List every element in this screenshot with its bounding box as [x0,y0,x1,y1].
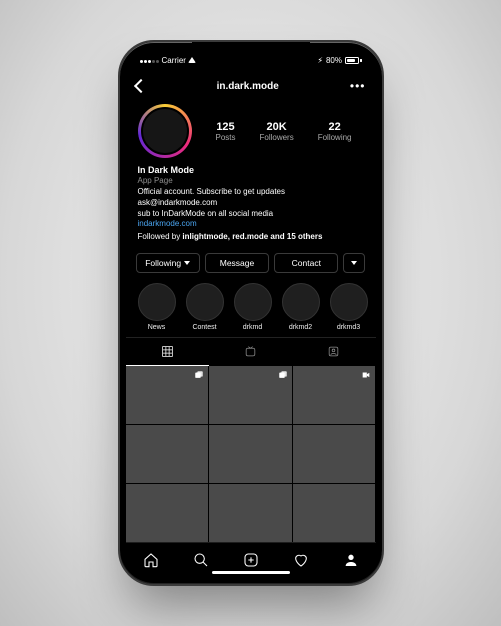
stat-posts-label: Posts [215,133,235,142]
search-icon [193,552,209,568]
post-cell[interactable] [209,484,292,542]
stat-followers-label: Followers [259,133,293,142]
bio-line3: sub to InDarkMode on all social media [138,209,364,220]
post-cell[interactable] [126,425,209,483]
post-grid [126,366,376,542]
tab-igtv[interactable] [209,338,292,366]
highlight-item[interactable]: drkmd2 [280,283,322,331]
highlight-label: drkmd [243,324,262,331]
nav-add[interactable] [243,552,259,570]
highlight-item[interactable]: drkmd3 [328,283,370,331]
chevron-down-icon [184,261,190,265]
highlight-label: drkmd3 [337,324,360,331]
highlight-item[interactable]: News [136,283,178,331]
profile-icon [343,552,359,568]
avatar-inner [141,107,189,155]
highlight-label: drkmd2 [289,324,312,331]
nav-home[interactable] [143,552,159,570]
stat-following[interactable]: 22Following [318,121,352,142]
more-icon[interactable]: ••• [350,80,366,92]
following-button[interactable]: Following [136,253,200,273]
highlight-circle [234,283,272,321]
carousel-icon [194,370,204,380]
notch [192,42,310,60]
bio: In Dark Mode App Page Official account. … [126,160,376,247]
highlight-item[interactable]: Contest [184,283,226,331]
igtv-icon [244,345,257,358]
wifi-icon [188,57,196,63]
home-icon [143,552,159,568]
stat-following-label: Following [318,133,352,142]
video-icon [361,370,371,380]
post-cell[interactable] [126,484,209,542]
highlight-circle [330,283,368,321]
suggest-button[interactable] [343,253,365,273]
home-indicator[interactable] [212,571,290,574]
battery-pct: 80% [326,56,342,65]
status-left: Carrier [140,56,196,65]
bio-followed-names: inlightmode, red.mode and 15 others [182,232,322,241]
highlight-circle [138,283,176,321]
stat-followers[interactable]: 20KFollowers [259,121,293,142]
nav-search[interactable] [193,552,209,570]
message-button[interactable]: Message [205,253,269,273]
nav-activity[interactable] [293,552,309,570]
back-icon[interactable] [133,79,147,93]
bio-followed[interactable]: Followed by inlightmode, red.mode and 15… [138,232,364,243]
grid-icon [161,345,174,358]
bio-link[interactable]: indarkmode.com [138,219,364,230]
stat-following-num: 22 [318,121,352,133]
heart-icon [293,552,309,568]
profile-row: 125Posts 20KFollowers 22Following [126,100,376,160]
highlights: News Contest drkmd drkmd2 drkmd3 [126,279,376,337]
post-cell[interactable] [293,366,376,424]
stat-followers-num: 20K [259,121,293,133]
bio-line1: Official account. Subscribe to get updat… [138,187,364,198]
carousel-icon [278,370,288,380]
following-button-label: Following [145,258,181,268]
add-post-icon [243,552,259,568]
highlight-circle [282,283,320,321]
status-right: ⚡︎ 80% [317,56,361,65]
highlight-label: Contest [192,324,216,331]
action-row: Following Message Contact [126,247,376,279]
post-cell[interactable] [293,425,376,483]
avatar[interactable] [138,104,192,158]
highlight-label: News [148,324,166,331]
stats: 125Posts 20KFollowers 22Following [204,121,364,142]
stat-posts-num: 125 [215,121,235,133]
bio-followed-prefix: Followed by [138,232,183,241]
tab-tagged[interactable] [292,338,375,366]
highlight-circle [186,283,224,321]
carrier-label: Carrier [162,56,186,65]
highlight-item[interactable]: drkmd [232,283,274,331]
nav-profile[interactable] [343,552,359,570]
bio-name: In Dark Mode [138,164,364,176]
bio-type: App Page [138,176,364,187]
battery-icon [345,57,362,64]
bio-line2: ask@indarkmode.com [138,198,364,209]
chevron-down-icon [351,261,357,265]
post-cell[interactable] [126,366,209,424]
tab-grid[interactable] [126,338,209,366]
stat-posts[interactable]: 125Posts [215,121,235,142]
post-cell[interactable] [209,425,292,483]
screen: Carrier 10:22 ⚡︎ 80% in.dark.mode ••• 12… [126,48,376,578]
person-tag-icon [327,345,340,358]
signal-icon [140,56,160,65]
post-cell[interactable] [209,366,292,424]
header: in.dark.mode ••• [126,72,376,100]
contact-button[interactable]: Contact [274,253,338,273]
post-cell[interactable] [293,484,376,542]
tabs [126,337,376,366]
phone-frame: Carrier 10:22 ⚡︎ 80% in.dark.mode ••• 12… [118,40,384,586]
page-title: in.dark.mode [217,81,279,92]
